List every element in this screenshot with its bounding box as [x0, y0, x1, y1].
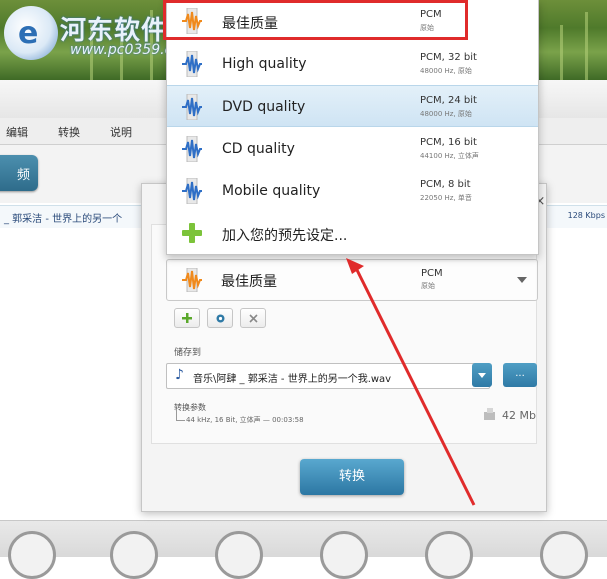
annotation-arrow — [346, 258, 476, 506]
